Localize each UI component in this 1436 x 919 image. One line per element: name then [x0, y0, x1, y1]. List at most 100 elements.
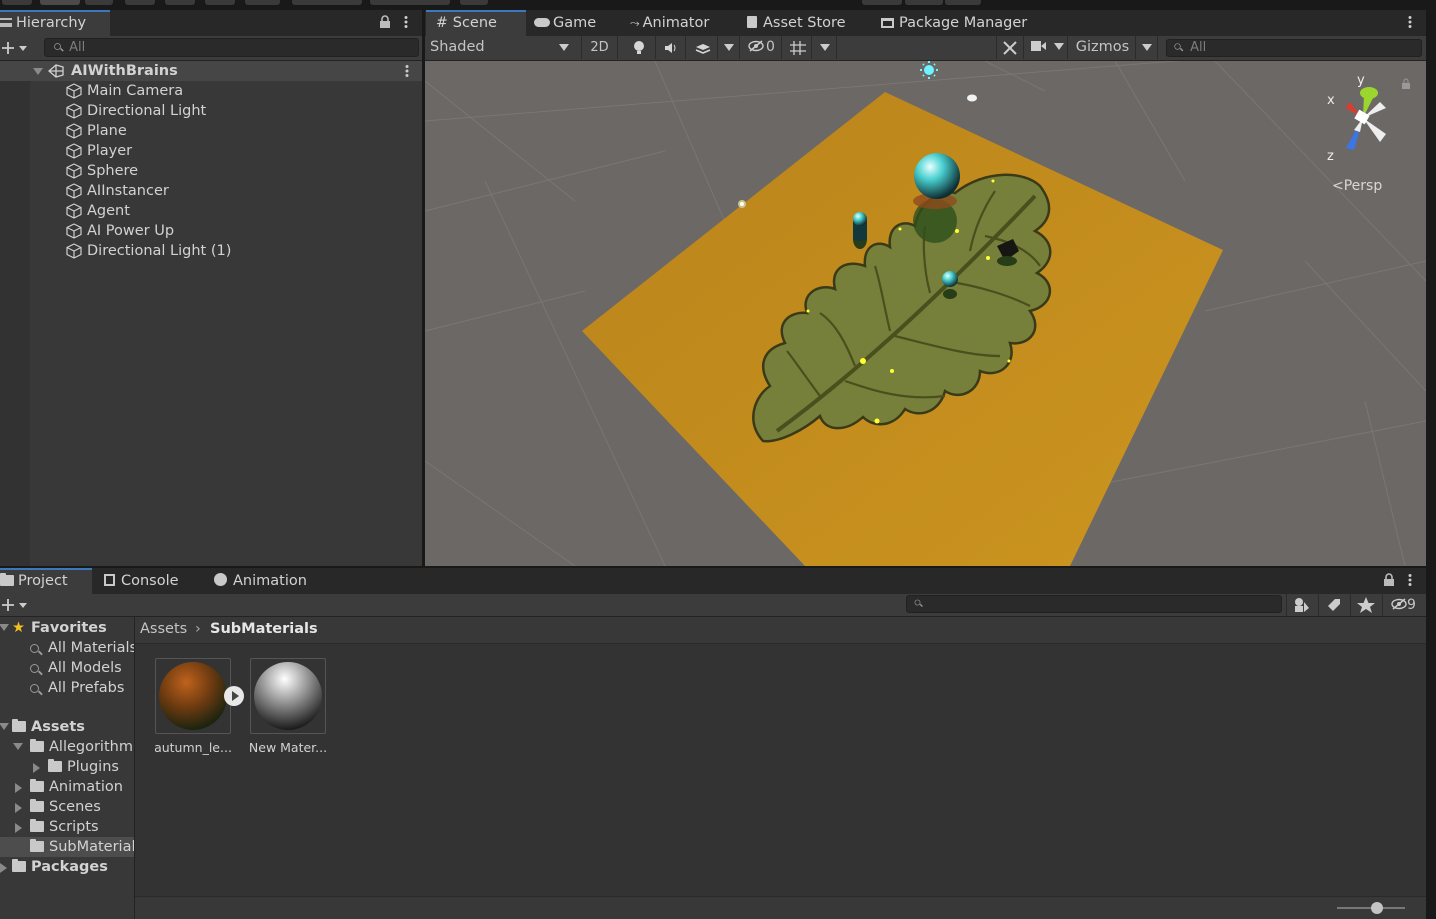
expand-arrow-icon[interactable] [0, 723, 9, 730]
asset-folder-item[interactable]: Animation [30, 777, 134, 797]
eye-slash-icon [1391, 598, 1407, 610]
toolbar-stub[interactable] [292, 0, 362, 5]
shading-mode-value: Shaded [430, 39, 485, 55]
gizmos-dropdown[interactable] [1136, 36, 1158, 59]
expand-arrow-icon[interactable] [33, 68, 43, 75]
gizmos-label: Gizmos [1075, 39, 1130, 55]
add-object-button[interactable] [1, 39, 31, 57]
expand-arrow-icon[interactable] [13, 743, 23, 750]
tab-scene[interactable]: # Scene [426, 10, 526, 36]
asset-footer [135, 896, 1426, 919]
folder-label: Plugins [67, 759, 119, 775]
collapse-arrow-icon[interactable] [0, 863, 7, 873]
tab-animation[interactable]: Animation [208, 568, 318, 594]
expand-arrow-icon[interactable] [0, 624, 9, 631]
tools-button[interactable] [996, 36, 1024, 59]
lighting-toggle[interactable] [622, 36, 656, 59]
hierarchy-item[interactable]: AI Power Up [87, 221, 174, 241]
asset-folder-item[interactable]: Scenes [30, 797, 134, 817]
star-icon[interactable] [1350, 594, 1380, 616]
toolbar-stub[interactable] [370, 0, 450, 5]
favorite-item[interactable]: All Materials [30, 638, 134, 658]
shading-mode-dropdown[interactable]: Shaded [425, 36, 582, 59]
assets-root-folder[interactable]: Assets [12, 717, 134, 737]
hierarchy-panel [0, 10, 422, 566]
gameobject-cube-icon [66, 143, 82, 159]
scene-render [425, 61, 1426, 566]
toolbar-stub[interactable] [905, 0, 943, 5]
breadcrumb-root[interactable]: Assets [140, 621, 187, 637]
collapse-arrow-icon[interactable] [15, 803, 22, 813]
tab-project[interactable]: Project [0, 568, 92, 594]
search-icon [914, 599, 921, 606]
tab-asset-store[interactable]: Asset Store [741, 10, 871, 36]
expand-subassets-button[interactable] [224, 686, 244, 706]
lock-icon[interactable] [379, 15, 391, 29]
tab-game[interactable]: Game [528, 10, 622, 36]
grid-toggle[interactable] [784, 36, 812, 59]
hidden-packages-toggle[interactable]: 9 [1382, 594, 1426, 616]
asset-thumbnail-new-material[interactable] [250, 658, 326, 734]
asset-folder-item[interactable]: Allegorithmic [30, 737, 134, 757]
toolbar-stub[interactable] [460, 0, 488, 5]
hierarchy-item[interactable]: Directional Light (1) [87, 241, 231, 261]
toolbar-stub[interactable] [125, 0, 155, 5]
asset-folder-item[interactable]: Scripts [30, 817, 134, 837]
create-asset-button[interactable] [1, 596, 31, 614]
tab-package-manager[interactable]: Package Manager [875, 10, 1045, 36]
favorite-item[interactable]: All Prefabs [30, 678, 134, 698]
project-search-input[interactable] [906, 595, 1282, 613]
scene-menu-icon[interactable] [404, 64, 410, 78]
project-kebab-icon[interactable] [1407, 573, 1413, 587]
toolbar-stub[interactable] [2, 0, 32, 5]
tab-hierarchy[interactable]: Hierarchy [0, 10, 110, 36]
hidden-objects-toggle[interactable]: 0 [742, 36, 782, 59]
favorites-section[interactable]: ★ Favorites [12, 618, 134, 638]
toolbar-stub[interactable] [85, 0, 113, 5]
tab-console[interactable]: Console [98, 568, 198, 594]
right-edge [1426, 10, 1436, 919]
hierarchy-item[interactable]: Main Camera [87, 81, 183, 101]
audio-toggle[interactable] [656, 36, 686, 59]
hierarchy-item[interactable]: Directional Light [87, 101, 206, 121]
effects-toggle[interactable] [688, 36, 718, 59]
scene-viewport[interactable] [425, 61, 1426, 566]
asset-thumbnail-autumn[interactable] [155, 658, 231, 734]
asset-folder-item[interactable]: Plugins [48, 757, 134, 777]
toolbar-stub[interactable] [862, 0, 902, 5]
gizmo-lock-icon[interactable] [1401, 78, 1411, 90]
toolbar-stub[interactable] [165, 0, 195, 5]
hierarchy-item[interactable]: Agent [87, 201, 130, 221]
project-lock-icon[interactable] [1383, 573, 1395, 587]
hierarchy-item[interactable]: Sphere [87, 161, 138, 181]
effects-dropdown[interactable] [718, 36, 740, 59]
hierarchy-item[interactable]: Player [87, 141, 132, 161]
collapse-arrow-icon[interactable] [15, 823, 22, 833]
grid-dropdown[interactable] [813, 36, 837, 59]
scene-kebab-icon[interactable] [1407, 15, 1413, 29]
search-by-type-button[interactable] [1286, 594, 1316, 616]
tab-animator[interactable]: ⤳ Animator [624, 10, 736, 36]
toolbar-stub[interactable] [245, 0, 280, 5]
hierarchy-item[interactable]: Plane [87, 121, 127, 141]
folder-label: Allegorithmic [49, 739, 134, 755]
collapse-arrow-icon[interactable] [15, 783, 22, 793]
favorite-item[interactable]: All Models [30, 658, 134, 678]
hierarchy-search-input[interactable]: All [44, 38, 419, 57]
asset-folder-item[interactable]: SubMaterials [0, 837, 134, 857]
packages-root-folder[interactable]: Packages [12, 857, 134, 877]
toolbar-stub[interactable] [205, 0, 235, 5]
toolbar-stub[interactable] [40, 0, 80, 5]
camera-settings-button[interactable] [1028, 36, 1068, 59]
label-filter-icon[interactable] [1318, 594, 1348, 616]
collapse-arrow-icon[interactable] [33, 763, 40, 773]
scene-search-input[interactable]: All [1166, 39, 1422, 57]
toggle-2d-button[interactable]: 2D [582, 36, 618, 59]
hierarchy-item[interactable]: AIInstancer [87, 181, 169, 201]
projection-toggle[interactable]: <Persp [1332, 178, 1382, 194]
slider-handle[interactable] [1371, 902, 1383, 914]
gizmos-button[interactable]: Gizmos [1070, 36, 1136, 59]
toolbar-stub[interactable] [945, 0, 981, 5]
breadcrumb-current[interactable]: SubMaterials [210, 621, 318, 637]
kebab-menu-icon[interactable] [403, 15, 409, 29]
